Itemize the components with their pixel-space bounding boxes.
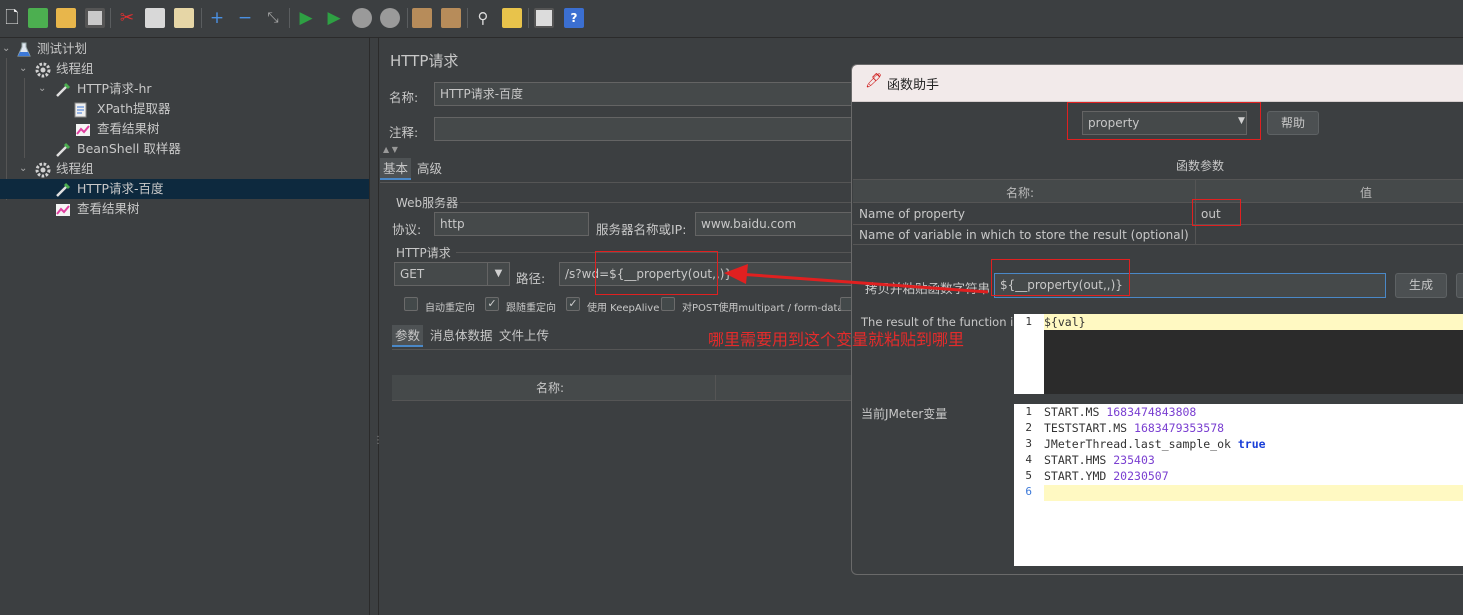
annotation-text: 哪里需要用到这个变量就粘贴到哪里 bbox=[708, 330, 965, 349]
arrow-annotation bbox=[724, 264, 989, 294]
